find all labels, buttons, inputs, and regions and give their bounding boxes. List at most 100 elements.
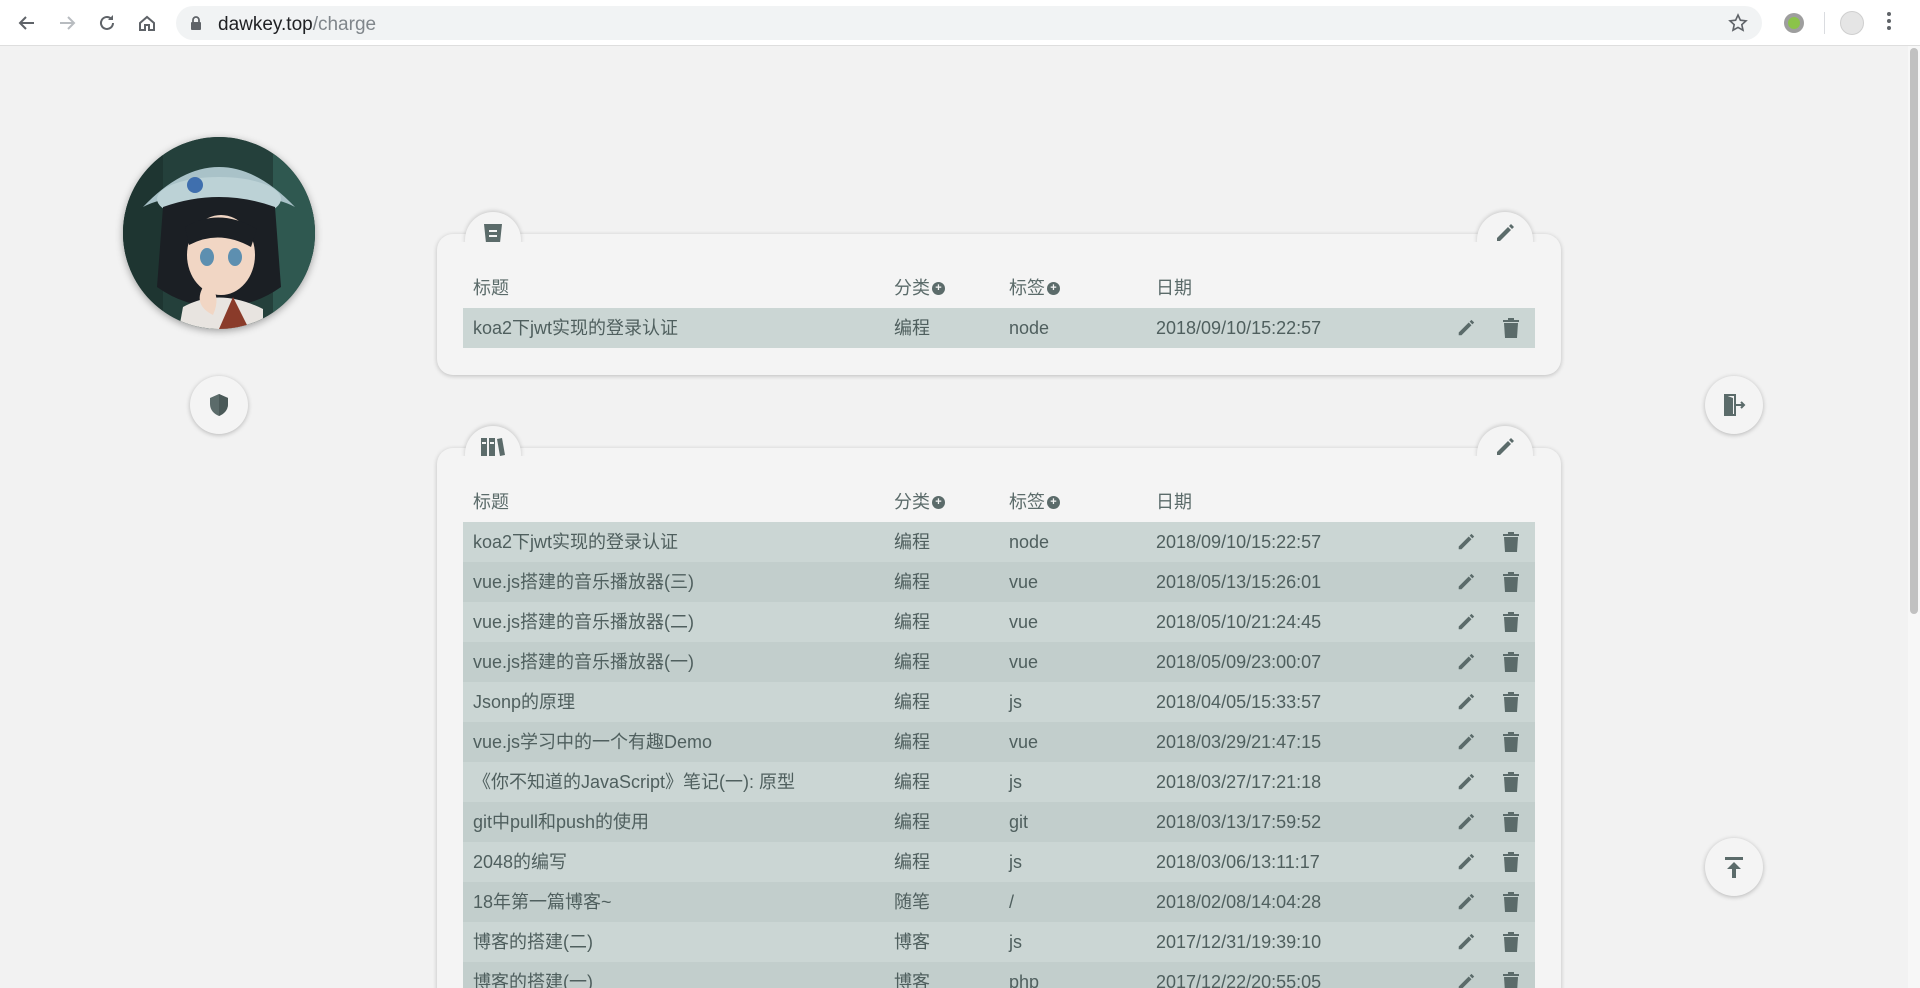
table-row[interactable]: vue.js搭建的音乐播放器(二) 编程 vue 2018/05/10/21:24:4… — [463, 602, 1535, 642]
table-row[interactable]: 博客的搭建(一) 博客 php 2017/12/22/20:55:05 — [463, 962, 1535, 988]
delete-button[interactable] — [1497, 722, 1525, 762]
edit-pencil-icon — [1458, 573, 1475, 590]
table-row[interactable]: 18年第一篇博客~ 随笔 / 2018/02/08/14:04:28 — [463, 882, 1535, 922]
edit-button[interactable] — [1452, 522, 1480, 562]
edit-pencil-icon — [1458, 693, 1475, 710]
row-title[interactable]: Jsonp的原理 — [473, 682, 575, 722]
table-row[interactable]: koa2下jwt实现的登录认证 编程 node 2018/09/10/15:22:57 — [463, 522, 1535, 562]
row-title[interactable]: vue.js搭建的音乐播放器(三) — [473, 562, 694, 602]
row-title[interactable]: 博客的搭建(一) — [473, 962, 593, 988]
header-title: 标题 — [473, 278, 509, 298]
add-category-icon[interactable]: + — [932, 281, 945, 295]
row-category: 博客 — [894, 932, 930, 952]
profile-avatar-icon[interactable] — [1840, 11, 1864, 35]
row-tag: git — [1009, 812, 1029, 832]
delete-trash-icon — [1503, 732, 1519, 752]
add-tag-icon[interactable]: + — [1047, 495, 1060, 509]
arrow-left-icon — [18, 16, 34, 30]
new-draft-button[interactable] — [1477, 212, 1533, 242]
table-row[interactable]: vue.js搭建的音乐播放器(一) 编程 vue 2018/05/09/23:00:0… — [463, 642, 1535, 682]
delete-button[interactable] — [1497, 562, 1525, 602]
delete-button[interactable] — [1497, 842, 1525, 882]
row-title[interactable]: git中pull和push的使用 — [473, 802, 649, 842]
delete-button[interactable] — [1497, 802, 1525, 842]
edit-button[interactable] — [1452, 722, 1480, 762]
row-date: 2018/05/10/21:24:45 — [1156, 612, 1322, 632]
delete-button[interactable] — [1497, 602, 1525, 642]
delete-button[interactable] — [1497, 962, 1525, 988]
admin-shield-button[interactable] — [190, 376, 248, 434]
delete-button[interactable] — [1497, 522, 1525, 562]
table-row[interactable]: vue.js搭建的音乐播放器(三) 编程 vue 2018/05/13/15:26:0… — [463, 562, 1535, 602]
row-tag: js — [1009, 932, 1022, 952]
row-title[interactable]: 《你不知道的JavaScript》笔记(一): 原型 — [473, 762, 795, 802]
row-title[interactable]: koa2下jwt实现的登录认证 — [473, 522, 678, 562]
delete-button[interactable] — [1497, 762, 1525, 802]
page-scrollbar[interactable] — [1908, 46, 1920, 988]
row-title[interactable]: 18年第一篇博客~ — [473, 882, 612, 922]
articles-tab — [465, 426, 521, 456]
row-date: 2018/05/13/15:26:01 — [1156, 572, 1322, 592]
address-bar[interactable]: dawkey.top/charge — [176, 6, 1762, 40]
edit-button[interactable] — [1452, 602, 1480, 642]
edit-button[interactable] — [1452, 882, 1480, 922]
home-button[interactable] — [134, 10, 160, 36]
row-date: 2018/02/08/14:04:28 — [1156, 892, 1322, 912]
table-row[interactable]: 博客的搭建(二) 博客 js 2017/12/31/19:39:10 — [463, 922, 1535, 962]
edit-button[interactable] — [1452, 962, 1480, 988]
table-row[interactable]: Jsonp的原理 编程 js 2018/04/05/15:33:57 — [463, 682, 1535, 722]
delete-trash-icon — [1503, 932, 1519, 952]
logout-button[interactable] — [1705, 376, 1763, 434]
reload-button[interactable] — [94, 10, 120, 36]
row-date: 2017/12/31/19:39:10 — [1156, 932, 1322, 952]
edit-button[interactable] — [1452, 682, 1480, 722]
edit-button[interactable] — [1452, 762, 1480, 802]
edit-button[interactable] — [1452, 308, 1480, 348]
scrollbar-thumb[interactable] — [1910, 48, 1918, 614]
edit-button[interactable] — [1452, 842, 1480, 882]
table-row[interactable]: git中pull和push的使用 编程 git 2018/03/13/17:59:52 — [463, 802, 1535, 842]
table-header: 标题 分类 + 标签 + 日期 — [463, 482, 1535, 522]
bookmark-star-icon[interactable] — [1728, 13, 1748, 33]
header-date: 日期 — [1156, 278, 1192, 298]
delete-button[interactable] — [1497, 922, 1525, 962]
row-date: 2018/03/27/17:21:18 — [1156, 772, 1322, 792]
shield-icon — [210, 394, 228, 416]
add-category-icon[interactable]: + — [932, 495, 945, 509]
row-title[interactable]: koa2下jwt实现的登录认证 — [473, 308, 678, 348]
row-category: 编程 — [894, 732, 930, 752]
row-tag: node — [1009, 532, 1050, 552]
delete-button[interactable] — [1497, 308, 1525, 348]
delete-button[interactable] — [1497, 642, 1525, 682]
menu-kebab-icon[interactable] — [1886, 12, 1892, 34]
edit-button[interactable] — [1452, 802, 1480, 842]
back-button[interactable] — [14, 10, 40, 36]
row-title[interactable]: vue.js搭建的音乐播放器(一) — [473, 642, 694, 682]
row-title[interactable]: 2048的编写 — [473, 842, 567, 882]
table-row[interactable]: vue.js学习中的一个有趣Demo 编程 vue 2018/03/29/21:47:… — [463, 722, 1535, 762]
row-category: 编程 — [894, 612, 930, 632]
url-text: dawkey.top/charge — [218, 14, 377, 35]
delete-trash-icon — [1503, 318, 1519, 338]
back-to-top-button[interactable] — [1705, 838, 1763, 896]
trash-can-icon — [484, 224, 502, 242]
edit-pencil-icon — [1458, 853, 1475, 870]
row-title[interactable]: 博客的搭建(二) — [473, 922, 593, 962]
header-title: 标题 — [473, 492, 509, 512]
row-title[interactable]: vue.js学习中的一个有趣Demo — [473, 722, 712, 762]
edit-button[interactable] — [1452, 922, 1480, 962]
forward-button[interactable] — [54, 10, 80, 36]
row-title[interactable]: vue.js搭建的音乐播放器(二) — [473, 602, 694, 642]
delete-button[interactable] — [1497, 882, 1525, 922]
edit-button[interactable] — [1452, 642, 1480, 682]
edit-button[interactable] — [1452, 562, 1480, 602]
table-row[interactable]: 2048的编写 编程 js 2018/03/06/13:11:17 — [463, 842, 1535, 882]
new-article-button[interactable] — [1477, 426, 1533, 456]
add-tag-icon[interactable]: + — [1047, 281, 1060, 295]
table-row[interactable]: 《你不知道的JavaScript》笔记(一): 原型 编程 js 2018/03/27… — [463, 762, 1535, 802]
reload-icon — [100, 15, 114, 30]
delete-button[interactable] — [1497, 682, 1525, 722]
row-category: 编程 — [894, 652, 930, 672]
table-row[interactable]: koa2下jwt实现的登录认证 编程 node 2018/09/10/15:22:57 — [463, 308, 1535, 348]
extension-icon[interactable] — [1784, 13, 1804, 33]
